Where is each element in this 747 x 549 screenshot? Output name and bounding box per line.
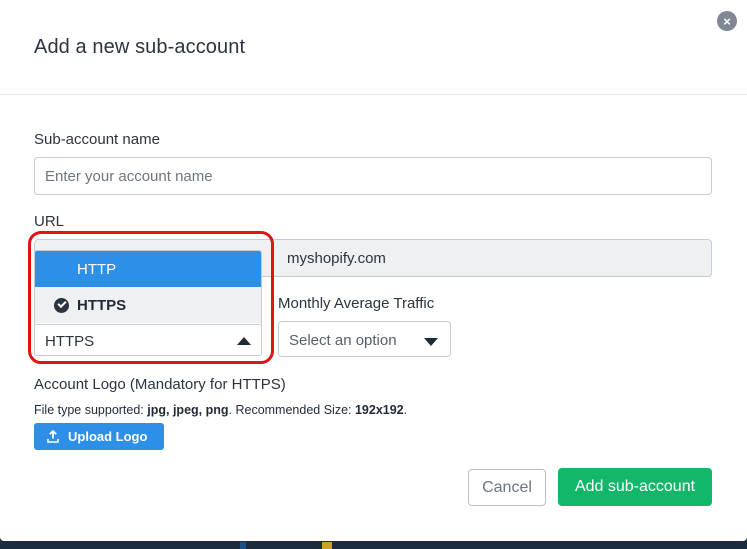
traffic-label: Monthly Average Traffic <box>278 295 435 312</box>
add-sub-account-button[interactable]: Add sub-account <box>558 468 712 506</box>
backdrop-element <box>240 542 246 549</box>
logo-help-text: File type supported: jpg, jpeg, png. Rec… <box>34 403 407 417</box>
help-prefix: File type supported: <box>34 403 148 417</box>
upload-logo-label: Upload Logo <box>68 429 148 444</box>
url-suffix: myshopify.com <box>287 250 386 267</box>
help-file-types: jpg, jpeg, png <box>147 403 229 417</box>
protocol-option-label: HTTP <box>77 261 117 278</box>
url-label: URL <box>34 213 65 230</box>
protocol-option-label: HTTPS <box>77 297 127 314</box>
caret-down-icon <box>424 338 438 346</box>
protocol-dropdown[interactable]: HTTP HTTPS HTTPS <box>34 250 262 356</box>
help-size: 192x192 <box>354 403 404 417</box>
traffic-select[interactable]: Select an option <box>278 321 451 357</box>
logo-label: Account Logo (Mandatory for HTTPS) <box>34 376 286 393</box>
modal-header: Add a new sub-account × <box>0 0 747 95</box>
backdrop-element <box>322 542 332 549</box>
protocol-selected-value: HTTPS <box>45 333 95 350</box>
account-name-label: Sub-account name <box>34 131 160 148</box>
upload-logo-button[interactable]: Upload Logo <box>34 423 164 450</box>
protocol-option-https[interactable]: HTTPS <box>35 287 261 323</box>
caret-up-icon <box>237 337 251 345</box>
add-sub-account-modal: Add a new sub-account × Sub-account name… <box>0 0 747 541</box>
close-icon[interactable]: × <box>717 11 737 31</box>
account-name-input[interactable] <box>34 157 712 195</box>
cancel-button[interactable]: Cancel <box>468 469 546 506</box>
check-circle-icon <box>54 298 69 313</box>
help-suffix: . <box>403 403 408 417</box>
help-middle: . Recommended Size: <box>228 403 355 417</box>
upload-icon <box>47 430 59 443</box>
modal-title: Add a new sub-account <box>34 36 246 58</box>
protocol-select-control[interactable]: HTTPS <box>35 324 261 355</box>
protocol-option-http[interactable]: HTTP <box>35 251 261 287</box>
traffic-select-value: Select an option <box>289 332 397 349</box>
